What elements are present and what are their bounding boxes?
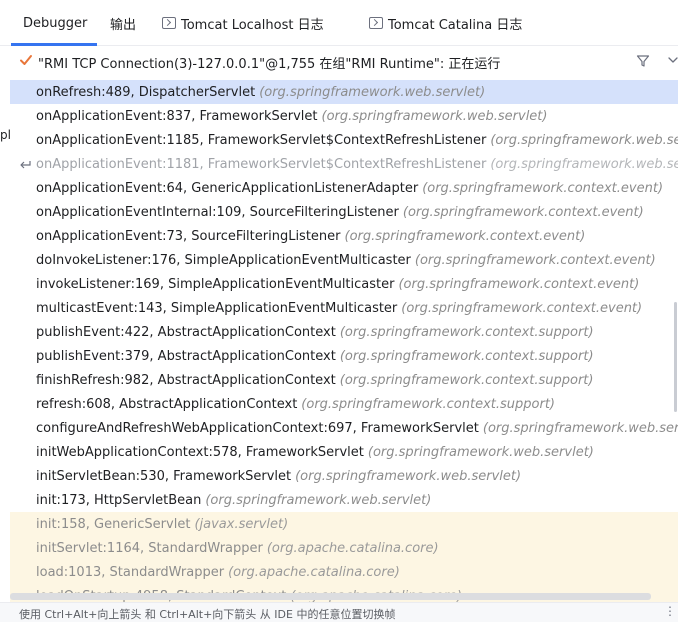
frame-package: (org.springframework.web.servlet) [367, 444, 594, 460]
frame-row[interactable]: doInvokeListener:176, SimpleApplicationE… [10, 248, 678, 272]
thread-label: "RMI TCP Connection(3)-127.0.0.1"@1,755 … [38, 57, 501, 72]
frame-package: (org.springframework.context.support) [339, 348, 594, 364]
frame-row[interactable]: invokeListener:169, SimpleApplicationEve… [10, 272, 678, 296]
frame-package: (org.springframework.context.event) [422, 180, 664, 196]
filter-icon[interactable] [636, 54, 650, 68]
frame-method: onApplicationEvent:1185, FrameworkServle… [36, 132, 487, 148]
tab-label: Tomcat Catalina 日志 [388, 17, 523, 33]
frame-package: (org.springframework.context.support) [339, 324, 594, 340]
frame-package: (org.springframework.web.servlet) [259, 84, 486, 100]
frame-row[interactable]: publishEvent:379, AbstractApplicationCon… [10, 344, 678, 368]
frame-package: (org.springframework.context.event) [401, 300, 643, 316]
console-icon [369, 17, 383, 29]
frame-method: initServlet:1164, StandardWrapper [36, 540, 263, 556]
frame-row[interactable]: initWebApplicationContext:578, Framework… [10, 440, 678, 464]
more-options-icon[interactable]: ⋮ [664, 604, 676, 618]
tool-window-tabbar: Debugger 输出 Tomcat Localhost 日志 Tomcat C… [0, 0, 678, 46]
frame-row[interactable]: refresh:608, AbstractApplicationContext … [10, 392, 678, 416]
frame-method: onApplicationEvent:73, SourceFilteringLi… [36, 228, 341, 244]
check-icon [20, 55, 32, 65]
frame-package: (org.apache.catalina.core) [228, 564, 400, 580]
frame-row[interactable]: onApplicationEvent:1185, FrameworkServle… [10, 128, 678, 152]
frame-method: configureAndRefreshWebApplicationContext… [36, 420, 479, 436]
frame-row[interactable]: init:158, GenericServlet (javax.servlet) [10, 512, 678, 536]
frame-row[interactable]: multicastEvent:143, SimpleApplicationEve… [10, 296, 678, 320]
frame-package: (org.springframework.web.servlet) [295, 468, 522, 484]
frame-method: doInvokeListener:176, SimpleApplicationE… [36, 252, 411, 268]
frame-method: invokeListener:169, SimpleApplicationEve… [36, 276, 395, 292]
frame-row[interactable]: onApplicationEvent:837, FrameworkServlet… [10, 104, 678, 128]
frame-method: refresh:608, AbstractApplicationContext [36, 396, 298, 412]
frame-row[interactable]: onApplicationEvent:64, GenericApplicatio… [10, 176, 678, 200]
console-icon [162, 17, 176, 29]
frame-method: init:158, GenericServlet [36, 516, 191, 532]
frame-row[interactable]: configureAndRefreshWebApplicationContext… [10, 416, 678, 440]
frame-package: (org.springframework.context.event) [344, 228, 586, 244]
frame-row[interactable]: initServlet:1164, StandardWrapper (org.a… [10, 536, 678, 560]
frame-package: (org.springframework.web.servle [482, 420, 678, 436]
frame-row[interactable]: onRefresh:489, DispatcherServlet (org.sp… [10, 80, 678, 104]
frame-package: (javax.servlet) [194, 516, 289, 532]
frame-method: publishEvent:422, AbstractApplicationCon… [36, 324, 336, 340]
frame-switch-hint: 使用 Ctrl+Alt+向上箭头 和 Ctrl+Alt+向下箭头 从 IDE 中… [19, 608, 396, 621]
chevron-down-icon[interactable] [667, 54, 678, 66]
frame-package: (org.springframework.context.support) [301, 396, 556, 412]
frame-row[interactable]: initServletBean:530, FrameworkServlet (o… [10, 464, 678, 488]
frame-method: multicastEvent:143, SimpleApplicationEve… [36, 300, 398, 316]
frame-method: finishRefresh:982, AbstractApplicationCo… [36, 372, 336, 388]
frame-method: onApplicationEventInternal:109, SourceFi… [36, 204, 399, 220]
frame-package: (org.springframework.web.servle [490, 156, 678, 172]
frame-method: onRefresh:489, DispatcherServlet [36, 84, 256, 100]
frame-method: onApplicationEvent:1181, FrameworkServle… [36, 156, 487, 172]
frame-method: init:173, HttpServletBean [36, 492, 202, 508]
frame-method: initServletBean:530, FrameworkServlet [36, 468, 292, 484]
tab-label: Tomcat Localhost 日志 [181, 17, 324, 33]
vertical-scrollbar[interactable] [674, 302, 677, 412]
frame-row[interactable]: finishRefresh:982, AbstractApplicationCo… [10, 368, 678, 392]
status-bar: 使用 Ctrl+Alt+向上箭头 和 Ctrl+Alt+向下箭头 从 IDE 中… [0, 602, 678, 622]
frame-row[interactable]: load:1013, StandardWrapper (org.apache.c… [10, 560, 678, 584]
frame-method: initWebApplicationContext:578, Framework… [36, 444, 364, 460]
tab-tomcat-catalina-log[interactable]: Tomcat Catalina 日志 [369, 0, 522, 46]
frame-package: (org.springframework.web.servlet) [321, 108, 548, 124]
frame-package: (org.springframework.web.servlet) [205, 492, 432, 508]
frame-method: onApplicationEvent:837, FrameworkServlet [36, 108, 318, 124]
tab-label: Debugger [23, 15, 88, 31]
frame-method: publishEvent:379, AbstractApplicationCon… [36, 348, 336, 364]
frame-package: (org.springframework.context.event) [398, 276, 640, 292]
frame-package: (org.springframework.context.event) [414, 252, 656, 268]
frame-row[interactable]: onApplicationEvent:73, SourceFilteringLi… [10, 224, 678, 248]
frames-list: onRefresh:489, DispatcherServlet (org.sp… [0, 80, 678, 602]
tab-label: 输出 [110, 17, 137, 33]
frame-row[interactable]: publishEvent:422, AbstractApplicationCon… [10, 320, 678, 344]
frame-package: (org.springframework.web.servle [490, 132, 678, 148]
frame-method: load:1013, StandardWrapper [36, 564, 225, 580]
frame-package: (org.springframework.context.event) [402, 204, 644, 220]
tab-debugger[interactable]: Debugger [11, 0, 97, 46]
frame-row[interactable]: onApplicationEventInternal:109, SourceFi… [10, 200, 678, 224]
frame-row[interactable]: init:173, HttpServletBean (org.springfra… [10, 488, 678, 512]
frame-package: (org.apache.catalina.core) [266, 540, 439, 556]
frame-method: onApplicationEvent:64, GenericApplicatio… [36, 180, 419, 196]
tab-output[interactable]: 输出 [110, 0, 136, 46]
thread-selector[interactable]: "RMI TCP Connection(3)-127.0.0.1"@1,755 … [0, 46, 678, 77]
frame-package: (org.springframework.context.support) [339, 372, 594, 388]
horizontal-scrollbar[interactable] [10, 593, 651, 600]
frame-row[interactable]: onApplicationEvent:1181, FrameworkServle… [10, 152, 678, 176]
tab-tomcat-localhost-log[interactable]: Tomcat Localhost 日志 [162, 0, 324, 46]
drop-frame-icon [20, 161, 31, 169]
